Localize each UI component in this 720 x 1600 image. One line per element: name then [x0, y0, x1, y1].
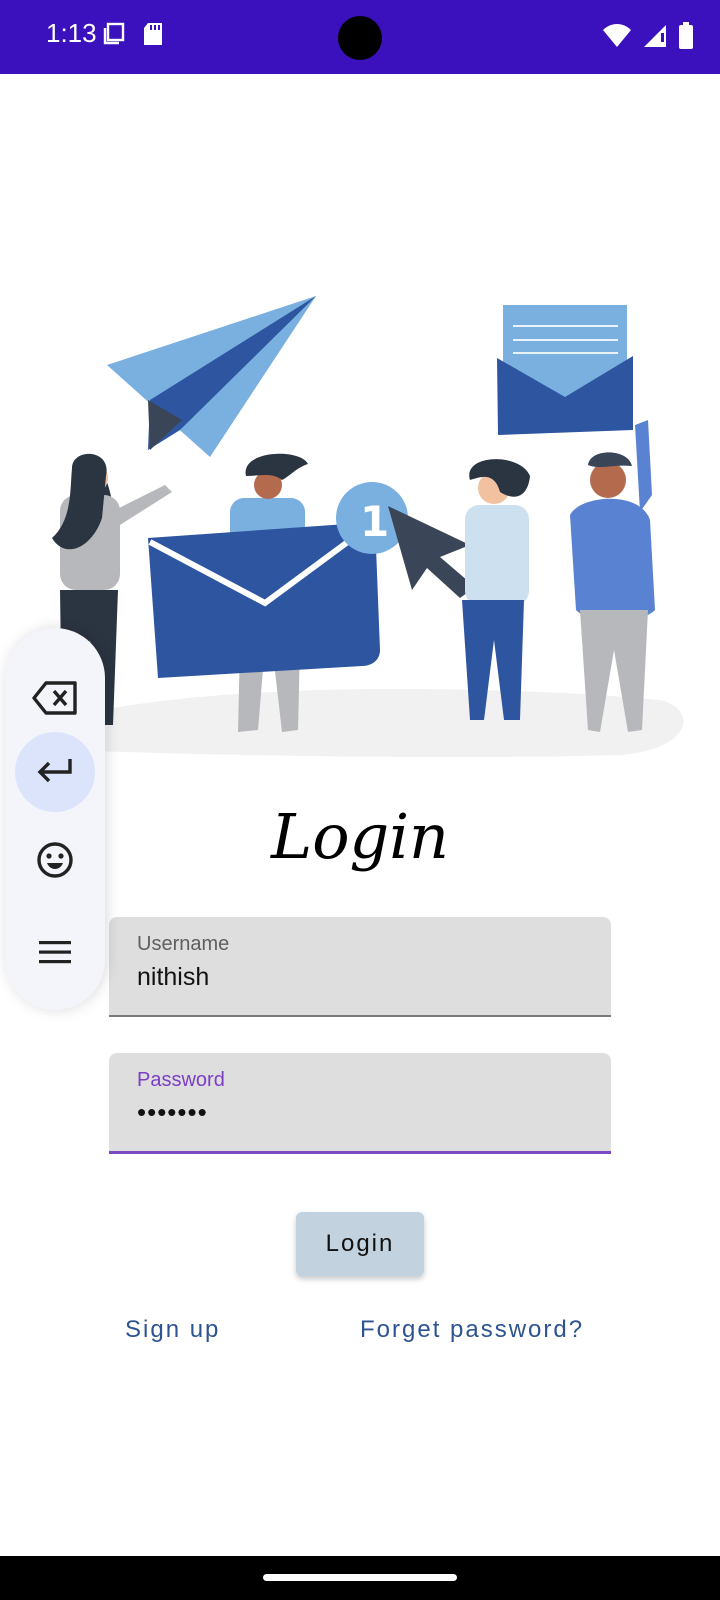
password-value[interactable]: •••••••: [137, 1097, 208, 1128]
login-button[interactable]: Login: [296, 1212, 424, 1276]
home-gesture-pill[interactable]: [263, 1574, 457, 1581]
navigation-bar: [0, 1556, 720, 1600]
username-label: Username: [137, 933, 230, 955]
status-time: 1:13: [46, 18, 97, 48]
backspace-icon: [32, 681, 78, 719]
username-field[interactable]: Username nithish: [109, 917, 611, 1017]
signup-link[interactable]: Sign up: [125, 1316, 220, 1344]
emoji-icon: [36, 841, 74, 883]
password-label: Password: [137, 1069, 225, 1091]
screenshot-icon: [102, 22, 126, 50]
enter-button[interactable]: [15, 732, 95, 812]
status-bar: 1:13: [0, 0, 720, 74]
username-value[interactable]: nithish: [137, 963, 209, 992]
badge-number: 1: [360, 497, 389, 546]
status-left-icons: [102, 22, 164, 50]
login-title: Login: [271, 800, 449, 873]
hero-illustration: 1: [0, 280, 720, 780]
password-field[interactable]: Password •••••••: [109, 1053, 611, 1154]
signal-icon: [642, 23, 668, 53]
status-right-icons: [602, 22, 694, 54]
camera-cutout: [338, 16, 382, 60]
menu-button[interactable]: [15, 914, 95, 994]
forget-password-link[interactable]: Forget password?: [360, 1316, 584, 1344]
backspace-button[interactable]: [15, 660, 95, 740]
emoji-button[interactable]: [15, 822, 95, 902]
sd-card-icon: [142, 22, 164, 50]
wifi-icon: [602, 23, 632, 53]
enter-icon: [36, 757, 74, 787]
menu-icon: [37, 939, 73, 969]
battery-icon: [678, 22, 694, 54]
floating-keyboard-toolbar: [5, 628, 105, 1010]
